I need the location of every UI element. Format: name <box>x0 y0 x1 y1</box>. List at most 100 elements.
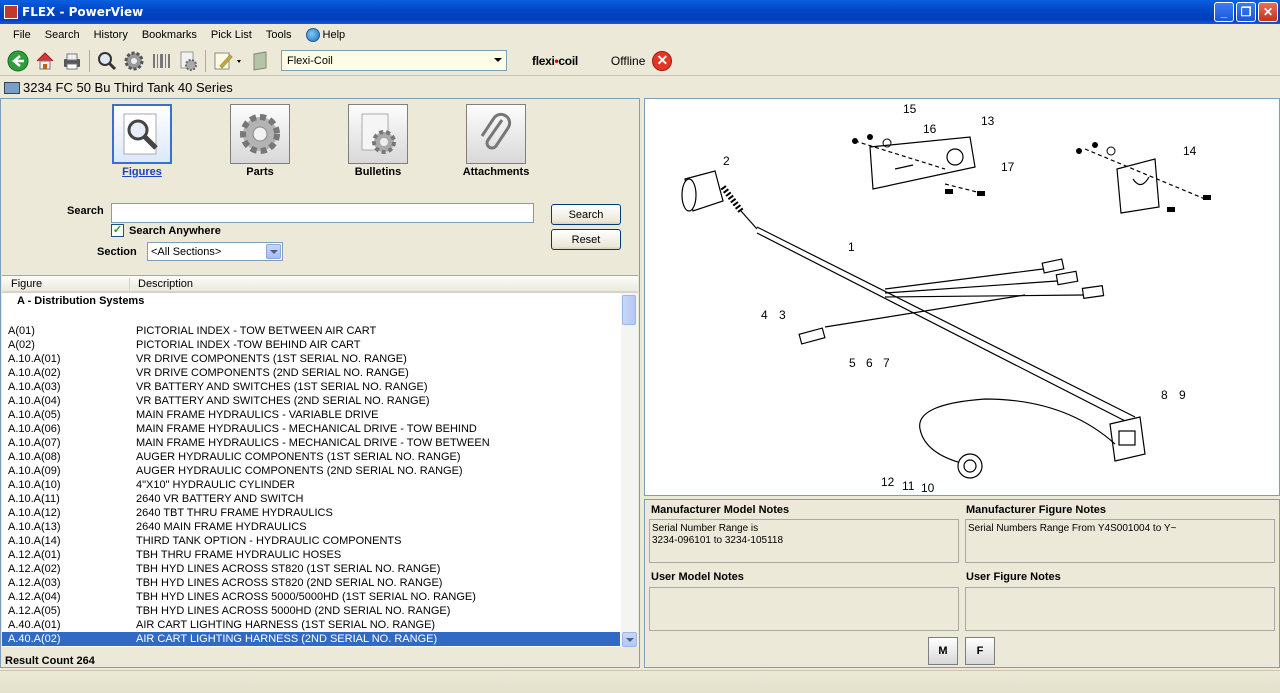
column-figure[interactable]: Figure <box>2 277 130 290</box>
search-anywhere-label: Search Anywhere <box>129 224 221 237</box>
figure-description: PICTORIAL INDEX -TOW BEHIND AIR CART <box>136 339 361 351</box>
menu-search[interactable]: Search <box>38 29 87 41</box>
table-row[interactable]: A.12.A(04) TBH HYD LINES ACROSS 5000/5000… <box>2 590 620 604</box>
print-button[interactable] <box>60 49 84 73</box>
table-row[interactable]: A(01) PICTORIAL INDEX - TOW BETWEEN AIR C… <box>2 324 620 338</box>
list-rows: A(01) PICTORIAL INDEX - TOW BETWEEN AIR C… <box>2 324 620 646</box>
breadcrumb: 3234 FC 50 Bu Third Tank 40 Series <box>0 78 1280 97</box>
table-row[interactable]: A.10.A(06) MAIN FRAME HYDRAULICS - MECHAN… <box>2 422 620 436</box>
scroll-down-button[interactable] <box>622 632 637 647</box>
tab-parts[interactable]: Parts <box>200 104 320 178</box>
search-button[interactable]: Search <box>551 204 621 225</box>
book-button[interactable] <box>248 49 272 73</box>
figure-number: A.10.A(13) <box>8 521 61 533</box>
scrollbar-thumb[interactable] <box>622 295 636 325</box>
table-row[interactable]: A.10.A(12) 2640 TBT THRU FRAME HYDRAULICS <box>2 506 620 520</box>
table-row[interactable]: A.10.A(14) THIRD TANK OPTION - HYDRAULIC … <box>2 534 620 548</box>
globe-icon <box>305 28 320 42</box>
table-row[interactable]: A.10.A(08) AUGER HYDRAULIC COMPONENTS (1S… <box>2 450 620 464</box>
callout-12[interactable]: 12 <box>881 475 895 489</box>
close-button[interactable]: ✕ <box>1258 2 1278 22</box>
callout-10[interactable]: 10 <box>921 481 935 495</box>
table-row[interactable]: A.12.A(01) TBH THRU FRAME HYDRAULIC HOSES <box>2 548 620 562</box>
figure-number: A.10.A(11) <box>8 493 60 505</box>
chevron-down-icon[interactable] <box>266 244 281 259</box>
callout-15[interactable]: 15 <box>903 102 917 116</box>
callout-2[interactable]: 2 <box>723 154 730 168</box>
minimize-button[interactable]: _ <box>1214 2 1234 22</box>
callout-1[interactable]: 1 <box>848 240 855 254</box>
search-input[interactable] <box>111 203 534 223</box>
gear-icon <box>240 114 280 154</box>
callout-17[interactable]: 17 <box>1001 160 1015 174</box>
edit-model-notes-button[interactable]: M <box>928 637 958 665</box>
menu-bookmarks[interactable]: Bookmarks <box>135 29 204 41</box>
user-figure-notes[interactable] <box>965 587 1275 631</box>
edit-figure-notes-button[interactable]: F <box>965 637 995 665</box>
home-button[interactable] <box>33 49 57 73</box>
table-row[interactable]: A.40.A(01) AIR CART LIGHTING HARNESS (1ST… <box>2 618 620 632</box>
bulletin-search-button[interactable] <box>176 49 200 73</box>
figure-description: MAIN FRAME HYDRAULICS - VARIABLE DRIVE <box>136 409 379 421</box>
table-row[interactable]: A.10.A(03) VR BATTERY AND SWITCHES (1ST S… <box>2 380 620 394</box>
back-button[interactable] <box>6 49 30 73</box>
figure-number: A.12.A(03) <box>8 577 61 589</box>
figure-number: A.10.A(12) <box>8 507 61 519</box>
table-row[interactable]: A.10.A(10) 4"X10" HYDRAULIC CYLINDER <box>2 478 620 492</box>
callout-5[interactable]: 5 <box>849 356 856 370</box>
tab-figures[interactable]: Figures <box>82 104 202 178</box>
table-row[interactable]: A.12.A(03) TBH HYD LINES ACROSS ST820 (2N… <box>2 576 620 590</box>
callout-11[interactable]: 11 <box>902 479 915 493</box>
menu-file[interactable]: File <box>6 29 38 41</box>
menu-help[interactable]: Help <box>299 28 353 42</box>
menu-tools[interactable]: Tools <box>259 29 299 41</box>
callout-3[interactable]: 3 <box>779 308 786 322</box>
callout-13[interactable]: 13 <box>981 114 995 128</box>
notes-button[interactable] <box>211 49 245 73</box>
tab-attachments[interactable]: Attachments <box>436 104 556 178</box>
title-bar: FLEX - PowerView _ ❐ ✕ <box>0 0 1280 24</box>
table-row[interactable]: A.10.A(02) VR DRIVE COMPONENTS (2ND SERIA… <box>2 366 620 380</box>
callout-16[interactable]: 16 <box>923 122 937 136</box>
figure-viewer[interactable]: 1 2 3 4 5 6 7 8 9 10 11 12 13 14 15 16 1… <box>644 98 1280 496</box>
list-scrollbar[interactable] <box>621 293 638 647</box>
maximize-button[interactable]: ❐ <box>1236 2 1256 22</box>
parts-search-button[interactable] <box>122 49 146 73</box>
callout-7[interactable]: 7 <box>883 356 890 370</box>
figure-description: VR DRIVE COMPONENTS (1ST SERIAL NO. RANG… <box>136 353 407 365</box>
figure-search-button[interactable] <box>95 49 119 73</box>
callout-6[interactable]: 6 <box>866 356 873 370</box>
table-row[interactable]: A.10.A(11) 2640 VR BATTERY AND SWITCH <box>2 492 620 506</box>
manufacturer-model-notes-line: 3234-096101 to 3234-105118 <box>652 535 784 546</box>
figure-number: A.10.A(14) <box>8 535 61 547</box>
callout-14[interactable]: 14 <box>1183 144 1197 158</box>
figure-description: TBH HYD LINES ACROSS ST820 (2ND SERIAL N… <box>136 577 443 589</box>
search-panel: Figures Parts Bulletins Attachments Sear… <box>0 98 640 668</box>
table-row[interactable]: A.12.A(05) TBH HYD LINES ACROSS 5000HD (2… <box>2 604 620 618</box>
tab-bulletins[interactable]: Bulletins <box>318 104 438 178</box>
user-model-notes[interactable] <box>649 587 959 631</box>
table-row[interactable]: A.10.A(04) VR BATTERY AND SWITCHES (2ND S… <box>2 394 620 408</box>
table-row[interactable]: A.10.A(09) AUGER HYDRAULIC COMPONENTS (2N… <box>2 464 620 478</box>
column-description[interactable]: Description <box>130 278 193 290</box>
reset-button[interactable]: Reset <box>551 229 621 250</box>
table-row[interactable]: A.10.A(01) VR DRIVE COMPONENTS (1ST SERIA… <box>2 352 620 366</box>
table-row[interactable]: A.10.A(05) MAIN FRAME HYDRAULICS - VARIAB… <box>2 408 620 422</box>
callout-4[interactable]: 4 <box>761 308 768 322</box>
menu-history[interactable]: History <box>87 29 135 41</box>
brand-select[interactable]: Flexi-Coil <box>281 50 507 71</box>
section-select[interactable]: <All Sections> <box>147 242 283 261</box>
table-row[interactable]: A.10.A(13) 2640 MAIN FRAME HYDRAULICS <box>2 520 620 534</box>
table-row[interactable]: A.10.A(07) MAIN FRAME HYDRAULICS - MECHAN… <box>2 436 620 450</box>
offline-x-icon[interactable]: ✕ <box>652 50 673 71</box>
callout-8[interactable]: 8 <box>1161 388 1168 402</box>
callout-9[interactable]: 9 <box>1179 388 1186 402</box>
table-row[interactable]: A.40.A(02) AIR CART LIGHTING HARNESS (2ND… <box>2 632 620 646</box>
search-anywhere-row[interactable]: ✓ Search Anywhere <box>111 224 221 237</box>
table-row[interactable]: A.12.A(02) TBH HYD LINES ACROSS ST820 (1S… <box>2 562 620 576</box>
barcode-button[interactable] <box>149 49 173 73</box>
table-row[interactable]: A(02) PICTORIAL INDEX -TOW BEHIND AIR CAR… <box>2 338 620 352</box>
search-anywhere-checkbox[interactable]: ✓ <box>111 224 124 237</box>
menu-pick-list[interactable]: Pick List <box>204 29 259 41</box>
back-arrow-icon <box>7 50 29 71</box>
